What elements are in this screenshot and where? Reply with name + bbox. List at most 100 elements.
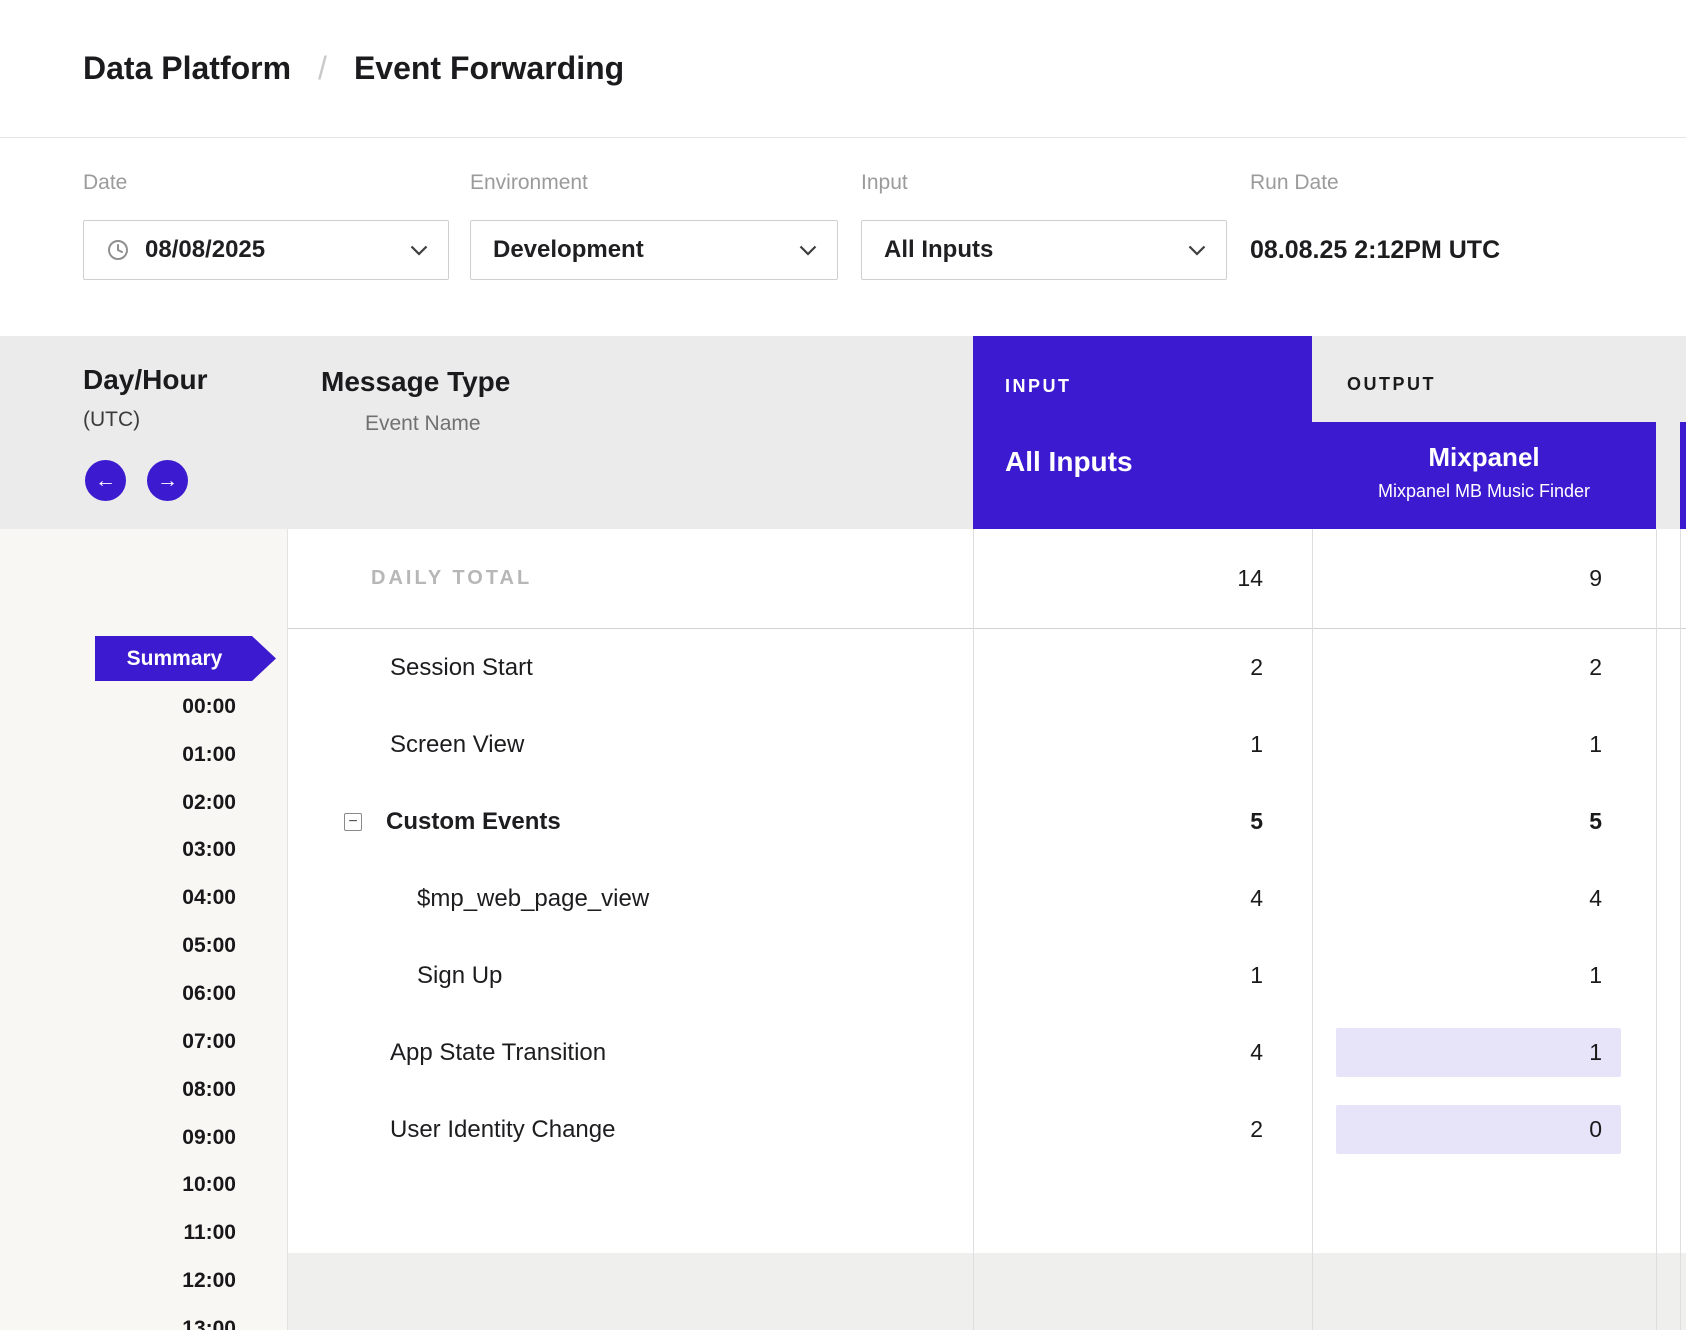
date-filter-group: Date 08/08/2025 xyxy=(83,138,449,336)
daily-total-row: DAILY TOTAL 14 9 xyxy=(288,529,1686,629)
breadcrumb-section[interactable]: Data Platform xyxy=(83,50,291,87)
table-row-sign-up: Sign Up 1 1 xyxy=(288,937,1686,1014)
hour-label[interactable]: 11:00 xyxy=(0,1209,236,1257)
input-count-cell: 2 xyxy=(973,1091,1312,1168)
environment-filter-group: Environment Development xyxy=(470,138,838,336)
chevron-down-icon xyxy=(1188,245,1206,256)
input-filter-label: Input xyxy=(861,171,908,195)
input-count: 4 xyxy=(1250,885,1263,912)
row-label: User Identity Change xyxy=(390,1091,615,1168)
hour-label[interactable]: 04:00 xyxy=(0,874,236,922)
run-date-group: Run Date 08.08.25 2:12PM UTC xyxy=(1250,138,1670,336)
output-count: 1 xyxy=(1589,962,1602,989)
day-hour-title: Day/Hour xyxy=(83,364,207,396)
row-label: − Custom Events xyxy=(344,783,561,860)
previous-day-button[interactable]: ← xyxy=(85,460,126,501)
input-count: 2 xyxy=(1250,1116,1263,1143)
column-divider xyxy=(1656,529,1657,1330)
table-row-app-state-transition: App State Transition 4 1 xyxy=(288,1014,1686,1091)
table-row-user-identity-change: User Identity Change 2 0 xyxy=(288,1091,1686,1168)
hour-label[interactable]: 03:00 xyxy=(0,827,236,875)
row-label-text: Sign Up xyxy=(417,962,502,990)
row-label-text: Custom Events xyxy=(386,808,561,836)
output-count-cell: 2 xyxy=(1312,629,1656,706)
daily-total-input-count: 14 xyxy=(1237,565,1263,592)
input-filter-group: Input All Inputs xyxy=(861,138,1227,336)
row-label: Session Start xyxy=(390,629,533,706)
environment-filter-label: Environment xyxy=(470,171,588,195)
events-table-header: Day/Hour (UTC) ← → Message Type Event Na… xyxy=(0,336,1686,529)
row-label-text: Screen View xyxy=(390,731,524,759)
output-count-cell: 1 xyxy=(1312,706,1656,783)
table-row-session-start: Session Start 2 2 xyxy=(288,629,1686,706)
daily-total-output-count: 9 xyxy=(1589,565,1602,592)
output-count-cell: 5 xyxy=(1312,783,1656,860)
output-count-cell: 1 xyxy=(1312,937,1656,1014)
hour-list: 00:00 01:00 02:00 03:00 04:00 05:00 06:0… xyxy=(0,683,236,1330)
hour-label[interactable]: 01:00 xyxy=(0,731,236,779)
input-column-header[interactable]: INPUT All Inputs xyxy=(973,336,1312,529)
daily-total-label: DAILY TOTAL xyxy=(371,529,532,628)
highlight-cell-background xyxy=(1336,1105,1621,1154)
clock-icon xyxy=(106,238,130,262)
filter-bar: Date 08/08/2025 Environment Development xyxy=(0,138,1686,336)
summary-selector[interactable]: Summary xyxy=(95,636,276,681)
run-date-value: 08.08.25 2:12PM UTC xyxy=(1250,220,1500,280)
breadcrumb-separator: / xyxy=(318,50,327,87)
output-count-cell: 4 xyxy=(1312,860,1656,937)
input-count: 1 xyxy=(1250,731,1263,758)
input-eyebrow: INPUT xyxy=(1005,376,1072,397)
hour-label[interactable]: 09:00 xyxy=(0,1114,236,1162)
input-dropdown[interactable]: All Inputs xyxy=(861,220,1227,280)
event-forwarding-page: Data Platform / Event Forwarding Date 08… xyxy=(0,0,1686,1330)
hour-label[interactable]: 08:00 xyxy=(0,1066,236,1114)
row-label-text: App State Transition xyxy=(390,1039,606,1067)
hour-label[interactable]: 13:00 xyxy=(0,1305,236,1330)
hour-label[interactable]: 00:00 xyxy=(0,683,236,731)
event-name-subheader: Event Name xyxy=(365,412,481,436)
hour-label[interactable]: 02:00 xyxy=(0,779,236,827)
table-row-custom-events: − Custom Events 5 5 xyxy=(288,783,1686,860)
output-count: 0 xyxy=(1589,1116,1602,1143)
next-day-button[interactable]: → xyxy=(147,460,188,501)
message-type-header: Message Type xyxy=(321,366,510,398)
hour-label[interactable]: 12:00 xyxy=(0,1257,236,1305)
events-table-body: Summary 00:00 01:00 02:00 03:00 04:00 05… xyxy=(0,529,1686,1330)
hour-label[interactable]: 06:00 xyxy=(0,970,236,1018)
input-count: 5 xyxy=(1250,808,1263,835)
run-date-label: Run Date xyxy=(1250,171,1339,195)
output-count: 1 xyxy=(1589,731,1602,758)
output-count: 2 xyxy=(1589,654,1602,681)
daily-total-output-cell: 9 xyxy=(1312,529,1656,628)
hour-label[interactable]: 05:00 xyxy=(0,922,236,970)
arrow-left-icon: ← xyxy=(95,470,116,491)
date-dropdown[interactable]: 08/08/2025 xyxy=(83,220,449,280)
input-count-cell: 2 xyxy=(973,629,1312,706)
row-label-text: User Identity Change xyxy=(390,1116,615,1144)
arrow-right-icon: → xyxy=(157,470,178,491)
output-count: 4 xyxy=(1589,885,1602,912)
output-count-cell: 0 xyxy=(1312,1091,1656,1168)
output-column-header-mixpanel[interactable]: Mixpanel Mixpanel MB Music Finder xyxy=(1312,422,1656,529)
chevron-down-icon xyxy=(410,245,428,256)
environment-dropdown[interactable]: Development xyxy=(470,220,838,280)
output-column-header-next-partial[interactable] xyxy=(1680,422,1686,529)
input-count-cell: 1 xyxy=(973,706,1312,783)
input-count-cell: 4 xyxy=(973,1014,1312,1091)
input-count-cell: 5 xyxy=(973,783,1312,860)
collapse-icon[interactable]: − xyxy=(344,813,362,831)
input-column-name: All Inputs xyxy=(1005,446,1133,478)
hour-label[interactable]: 07:00 xyxy=(0,1018,236,1066)
input-count: 1 xyxy=(1250,962,1263,989)
row-label: $mp_web_page_view xyxy=(417,860,649,937)
hour-label[interactable]: 10:00 xyxy=(0,1161,236,1209)
column-divider xyxy=(1680,529,1681,1330)
input-count: 4 xyxy=(1250,1039,1263,1066)
output-eyebrow: OUTPUT xyxy=(1347,374,1436,395)
table-row-screen-view: Screen View 1 1 xyxy=(288,706,1686,783)
message-type-rows: Session Start 2 2 Screen View 1 1 xyxy=(288,629,1686,1168)
daily-total-input-cell: 14 xyxy=(973,529,1312,628)
date-filter-label: Date xyxy=(83,171,127,195)
hours-column: Summary 00:00 01:00 02:00 03:00 04:00 05… xyxy=(0,529,288,1330)
input-count-cell: 4 xyxy=(973,860,1312,937)
